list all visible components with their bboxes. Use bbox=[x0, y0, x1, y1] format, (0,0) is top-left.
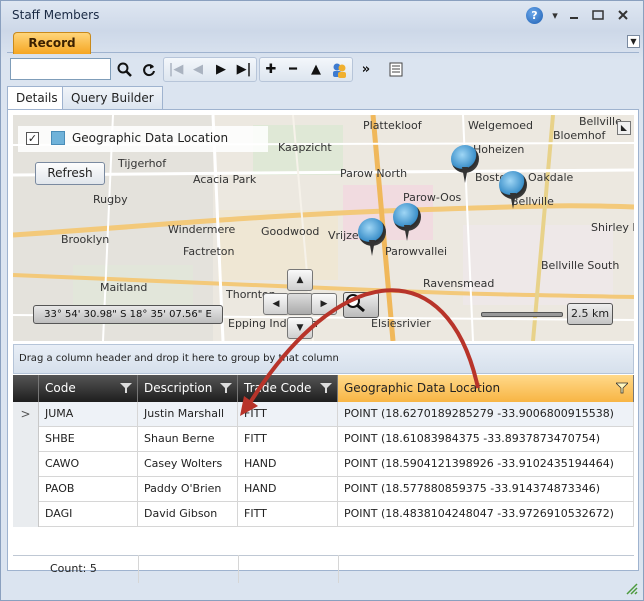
tab-details[interactable]: Details bbox=[7, 86, 67, 111]
resize-grip-icon[interactable] bbox=[625, 582, 639, 596]
minimize-icon[interactable] bbox=[566, 7, 582, 23]
maximize-icon[interactable] bbox=[590, 7, 606, 23]
details-panel: Plattekloof Welgemoed Bellville Bloemhof… bbox=[7, 109, 639, 583]
annotation-arrow bbox=[240, 288, 480, 416]
prev-icon[interactable]: ◀ bbox=[187, 59, 209, 80]
close-icon[interactable] bbox=[615, 7, 631, 23]
dropdown-arrow-icon[interactable]: ▾ bbox=[547, 7, 563, 23]
toolbar: |◀ ◀ ▶ ▶| ✚ ━ ▲ » bbox=[7, 56, 639, 85]
remove-icon[interactable]: ━ bbox=[282, 59, 304, 80]
search-icon[interactable] bbox=[114, 59, 136, 80]
tab-menu-arrow-icon[interactable]: ▼ bbox=[627, 35, 640, 48]
subtab-strip: Details Query Builder bbox=[7, 86, 639, 111]
up-icon[interactable]: ▲ bbox=[305, 59, 327, 80]
window: Staff Members ? ▾ Record ▼ |◀ ◀ ▶ ▶| ✚ ━… bbox=[0, 0, 644, 601]
help-icon[interactable]: ? bbox=[526, 7, 543, 24]
tab-record[interactable]: Record bbox=[13, 32, 91, 54]
users-icon[interactable] bbox=[328, 59, 350, 80]
add-icon[interactable]: ✚ bbox=[260, 59, 282, 80]
first-icon[interactable]: |◀ bbox=[165, 59, 187, 80]
record-tabstrip: Record bbox=[7, 31, 639, 54]
tab-query-builder[interactable]: Query Builder bbox=[62, 86, 163, 110]
title-bar: Staff Members ? ▾ bbox=[1, 1, 643, 29]
calendar-icon[interactable] bbox=[385, 59, 407, 80]
next-icon[interactable]: ▶ bbox=[210, 59, 232, 80]
search-input[interactable] bbox=[10, 58, 111, 80]
fast-forward-icon[interactable]: » bbox=[355, 59, 377, 80]
window-title: Staff Members bbox=[12, 8, 100, 22]
last-icon[interactable]: ▶| bbox=[233, 59, 255, 80]
refresh-icon[interactable] bbox=[138, 59, 160, 80]
